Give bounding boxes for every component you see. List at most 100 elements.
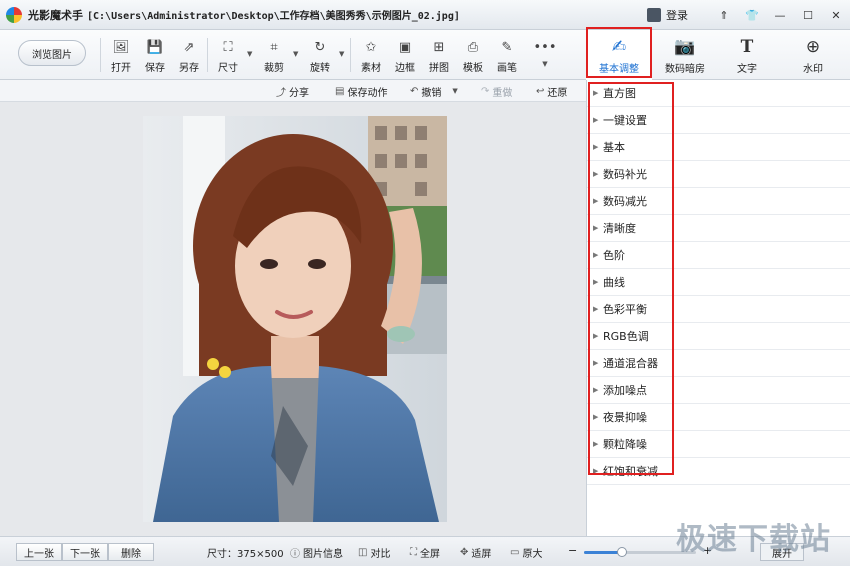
panel-item-label: 红饱和衰减 [603, 465, 658, 478]
title-bar-controls: 登录 ⇑ 👕 — ☐ ✕ [647, 0, 850, 30]
panel-item-curves[interactable]: ▶ 曲线 [587, 269, 850, 296]
expand-arrow-icon: ▶ [593, 143, 599, 151]
panel-item-color-balance[interactable]: ▶ 色彩平衡 [587, 296, 850, 323]
panel-item-basic[interactable]: ▶ 基本 [587, 134, 850, 161]
panel-item-histogram[interactable]: ▶ 直方图 [587, 80, 850, 107]
expand-arrow-icon: ▶ [593, 278, 599, 286]
share-button[interactable]: ⤴ 分享 [276, 83, 309, 99]
panel-item-levels[interactable]: ▶ 色阶 [587, 242, 850, 269]
restore-button[interactable]: ↩ 还原 [536, 83, 567, 99]
image-info-button[interactable]: ⓘ 图片信息 [290, 545, 343, 560]
panel-item-label: RGB色调 [603, 330, 649, 343]
save-action-icon: ▤ [335, 85, 345, 97]
fit-screen-icon: ✥ [460, 546, 469, 558]
panel-item-label: 夜景抑噪 [603, 411, 647, 424]
file-path: [C:\Users\Administrator\Desktop\工作存档\美图秀… [87, 11, 460, 22]
compare-icon: ◫ [358, 546, 368, 558]
zoom-slider-knob[interactable] [617, 547, 628, 557]
delete-button[interactable]: 删除 [108, 543, 154, 561]
redo-button[interactable]: ↷ 重做 [481, 83, 512, 99]
tab-basic-adjust-label: 基本调整 [599, 64, 639, 75]
ellipsis-icon: ••• [533, 39, 557, 55]
close-icon[interactable]: ✕ [822, 0, 850, 30]
image-info-label: 图片信息 [303, 548, 343, 560]
save-action-button[interactable]: ▤ 保存动作 [335, 83, 387, 99]
panel-item-night-denoise[interactable]: ▶ 夜景抑噪 [587, 404, 850, 431]
panel-item-add-noise[interactable]: ▶ 添加噪点 [587, 377, 850, 404]
toolbar-divider [100, 38, 101, 72]
border-button[interactable]: ▣ 边框 [388, 34, 422, 76]
browse-images-button[interactable]: 浏览图片 [18, 40, 86, 66]
prev-image-button[interactable]: 上一张 [16, 543, 62, 561]
undo-icon: ↶ [410, 85, 419, 97]
tab-digital-darkroom-label: 数码暗房 [665, 64, 705, 75]
image-canvas[interactable] [0, 102, 586, 536]
next-image-button[interactable]: 下一张 [62, 543, 108, 561]
open-button[interactable]: 🖼 打开 [104, 34, 138, 76]
tab-watermark[interactable]: ⊕ 水印 [776, 30, 850, 80]
size-button[interactable]: ⛶ 尺寸 [211, 34, 245, 76]
rotate-dropdown-caret-icon[interactable]: ▼ [339, 50, 344, 58]
fit-screen-button[interactable]: ✥ 适屏 [460, 545, 491, 560]
maximize-icon[interactable]: ☐ [794, 0, 822, 30]
panel-item-label: 曲线 [603, 276, 625, 289]
undo-label: 撤销 [421, 87, 442, 99]
user-icon [647, 8, 661, 22]
tab-digital-darkroom[interactable]: 📷 数码暗房 [652, 30, 718, 80]
crop-button[interactable]: ⌗ 裁剪 [257, 34, 291, 76]
panel-item-red-saturation[interactable]: ▶ 红饱和衰减 [587, 458, 850, 485]
panel-item-label: 数码减光 [603, 195, 647, 208]
template-label: 模板 [463, 63, 483, 74]
panel-item-channel-mixer[interactable]: ▶ 通道混合器 [587, 350, 850, 377]
fullscreen-button[interactable]: ⛶ 全屏 [410, 545, 440, 560]
edit-square-icon: ✍ [611, 37, 627, 57]
panel-item-label: 数码补光 [603, 168, 647, 181]
rotate-button[interactable]: ↻ 旋转 [303, 34, 337, 76]
grid-icon: ⊞ [433, 39, 445, 55]
upload-icon[interactable]: ⇑ [710, 0, 738, 30]
panel-item-clarity[interactable]: ▶ 清晰度 [587, 215, 850, 242]
panel-item-label: 颗粒降噪 [603, 438, 647, 451]
brush-button[interactable]: ✎ 画笔 [490, 34, 524, 76]
panel-item-fill-light[interactable]: ▶ 数码补光 [587, 161, 850, 188]
template-button[interactable]: ⎙ 模板 [456, 34, 490, 76]
panel-item-grain-denoise[interactable]: ▶ 颗粒降噪 [587, 431, 850, 458]
tab-basic-adjust[interactable]: ✍ 基本调整 [586, 30, 652, 80]
image-plus-icon: 🖼 [112, 39, 130, 55]
skin-icon[interactable]: 👕 [738, 0, 766, 30]
fullscreen-icon: ⛶ [410, 546, 417, 558]
size-dropdown-caret-icon[interactable]: ▼ [247, 50, 252, 58]
save-button[interactable]: 💾 保存 [138, 34, 172, 76]
panel-item-rgb-tone[interactable]: ▶ RGB色调 [587, 323, 850, 350]
original-size-button[interactable]: ▭ 原大 [510, 545, 542, 560]
save-label: 保存 [145, 63, 165, 74]
zoom-out-icon[interactable]: − [568, 544, 577, 557]
material-button[interactable]: ✩ 素材 [354, 34, 388, 76]
undo-caret-icon[interactable]: ▼ [452, 87, 457, 95]
panel-item-one-click[interactable]: ▶ 一键设置 [587, 107, 850, 134]
restore-icon: ↩ [536, 85, 545, 97]
expand-arrow-icon: ▶ [593, 332, 599, 340]
panel-item-label: 清晰度 [603, 222, 636, 235]
rotate-icon: ↻ [314, 39, 326, 55]
minimize-icon[interactable]: — [766, 0, 794, 30]
more-button[interactable]: ••• ▼ [528, 34, 562, 76]
compare-button[interactable]: ◫ 对比 [358, 545, 390, 560]
expand-arrow-icon: ▶ [593, 305, 599, 313]
panel-item-label: 直方图 [603, 87, 636, 100]
tab-text[interactable]: T 文字 [718, 30, 776, 80]
expand-arrow-icon: ▶ [593, 386, 599, 394]
photo [143, 116, 447, 522]
more-caret-icon: ▼ [542, 60, 548, 68]
undo-button[interactable]: ↶ 撤销 ▼ [410, 83, 458, 99]
action-bar: ⤴ 分享 ▤ 保存动作 ↶ 撤销 ▼ ↷ 重做 ↩ 还原 [0, 80, 586, 102]
crop-dropdown-caret-icon[interactable]: ▼ [293, 50, 298, 58]
main-toolbar: 浏览图片 🖼 打开 💾 保存 ⇗ 另存 ⛶ 尺寸 ▼ ⌗ 裁剪 ▼ ↻ 旋转 ▼… [0, 30, 850, 80]
save-as-button[interactable]: ⇗ 另存 [172, 34, 206, 76]
share-label: 分享 [289, 87, 309, 99]
fullscreen-label: 全屏 [420, 548, 440, 560]
collage-button[interactable]: ⊞ 拼图 [422, 34, 456, 76]
panel-item-reduce-light[interactable]: ▶ 数码减光 [587, 188, 850, 215]
floppy-icon: 💾 [146, 39, 164, 55]
login-button[interactable]: 登录 [647, 7, 688, 23]
